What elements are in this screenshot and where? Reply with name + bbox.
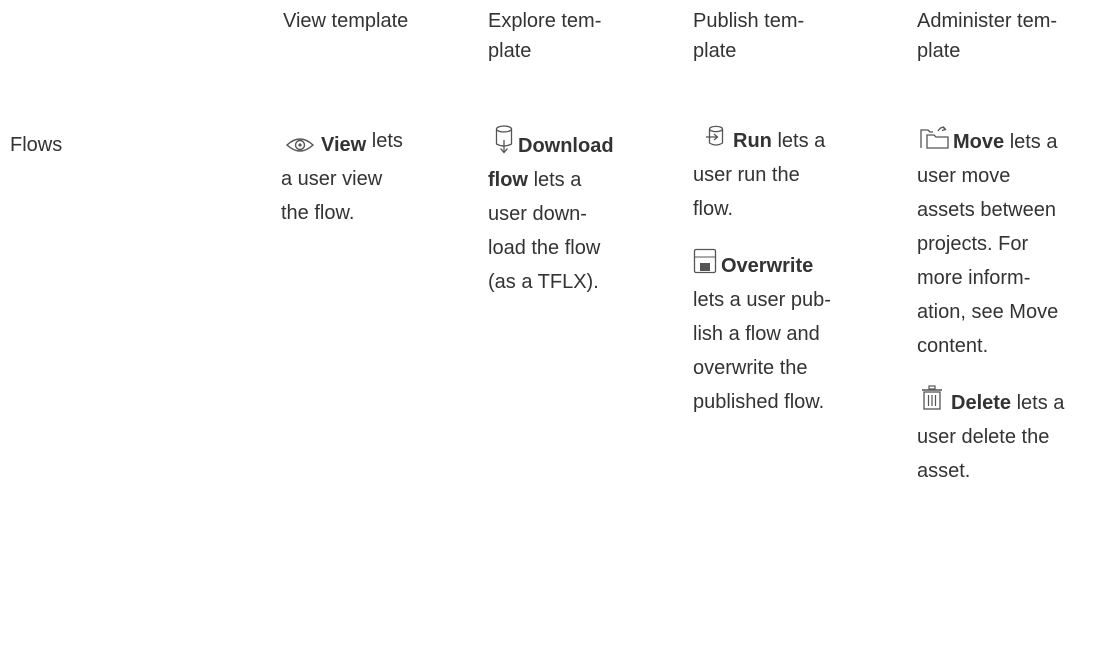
view-permission-first-line: View lets: [281, 124, 403, 162]
header-line: plate: [488, 40, 532, 62]
download-flow-line: (as a TFLX).: [488, 271, 599, 293]
header-explore-template: Explore tem- plate: [488, 6, 601, 66]
eye-icon: [285, 136, 315, 154]
header-line: Explore tem-: [488, 10, 602, 32]
move-permission-line: projects. For: [917, 233, 1029, 255]
overwrite-permission-first-line: Overwrite: [693, 248, 831, 283]
header-line: Administer tem-: [917, 10, 1058, 32]
view-permission-cell: View lets a user view the flow.: [281, 124, 403, 230]
row-label-flows: Flows: [10, 134, 63, 156]
header-line: View template: [283, 10, 409, 32]
permissions-table: View template Explore tem- plate Publish…: [0, 0, 1119, 671]
download-flow-name: Download: [518, 135, 614, 157]
move-permission-line: content.: [917, 335, 989, 357]
download-flow-permission-cell: Download flow lets a user down- load the…: [488, 124, 614, 299]
delete-permission-name: Delete: [951, 392, 1012, 414]
download-flow-icon: [494, 124, 514, 154]
download-flow-line: load the flow: [488, 237, 601, 259]
move-permission-first-line: Move lets a: [917, 124, 1064, 159]
move-permission: Move lets a user move assets between pro…: [917, 124, 1064, 363]
run-flow-icon: [705, 125, 725, 149]
publish-permission-cell: Run lets a user run the flow. Overwrite …: [693, 124, 831, 441]
overwrite-permission-line: overwrite the: [693, 357, 808, 379]
header-administer-template: Administer tem- plate: [917, 6, 1057, 66]
overwrite-permission: Overwrite lets a user pub- lish a flow a…: [693, 248, 831, 419]
header-publish-template: Publish tem- plate: [693, 6, 804, 66]
overwrite-icon: [693, 248, 717, 274]
overwrite-permission-line: lish a flow and: [693, 323, 820, 345]
download-flow-name-cont: flow: [488, 169, 528, 191]
overwrite-permission-line: lets a user pub-: [693, 289, 831, 311]
header-line: plate: [917, 40, 961, 62]
view-permission-text: lets: [371, 130, 403, 152]
delete-permission-text: lets a: [1016, 392, 1065, 414]
move-permission-line: ation, see Move: [917, 301, 1059, 323]
run-permission-line: flow.: [693, 198, 734, 220]
view-permission-line: the flow.: [281, 202, 355, 224]
download-flow-text: lets a: [533, 169, 582, 191]
run-permission-name: Run: [733, 130, 772, 152]
download-flow-line: user down-: [488, 203, 587, 225]
view-permission-line: a user view: [281, 168, 383, 190]
header-line: Publish tem-: [693, 10, 805, 32]
move-permission-name: Move: [953, 131, 1005, 153]
administer-permission-cell: Move lets a user move assets between pro…: [917, 124, 1064, 510]
download-flow-first-line: Download: [488, 124, 614, 163]
delete-permission-line: user delete the: [917, 426, 1050, 448]
delete-permission-line: asset.: [917, 460, 971, 482]
view-permission-name: View: [321, 134, 367, 156]
delete-permission-first-line: Delete lets a: [917, 385, 1064, 420]
move-permission-line: assets between: [917, 199, 1056, 221]
trash-icon: [921, 385, 943, 411]
run-permission-text: lets a: [777, 130, 826, 152]
move-permission-text: lets a: [1009, 131, 1058, 153]
header-view-template: View template: [283, 6, 408, 36]
run-permission-first-line: Run lets a: [693, 124, 831, 158]
move-icon: [919, 124, 951, 150]
download-flow-second-line: flow lets a: [488, 163, 614, 197]
run-permission: Run lets a user run the flow.: [693, 124, 831, 226]
header-line: plate: [693, 40, 737, 62]
overwrite-permission-name: Overwrite: [721, 255, 814, 277]
move-permission-line: user move: [917, 165, 1011, 187]
delete-permission: Delete lets a user delete the asset.: [917, 385, 1064, 488]
move-permission-line: more inform-: [917, 267, 1031, 289]
run-permission-line: user run the: [693, 164, 800, 186]
overwrite-permission-line: published flow.: [693, 391, 825, 413]
